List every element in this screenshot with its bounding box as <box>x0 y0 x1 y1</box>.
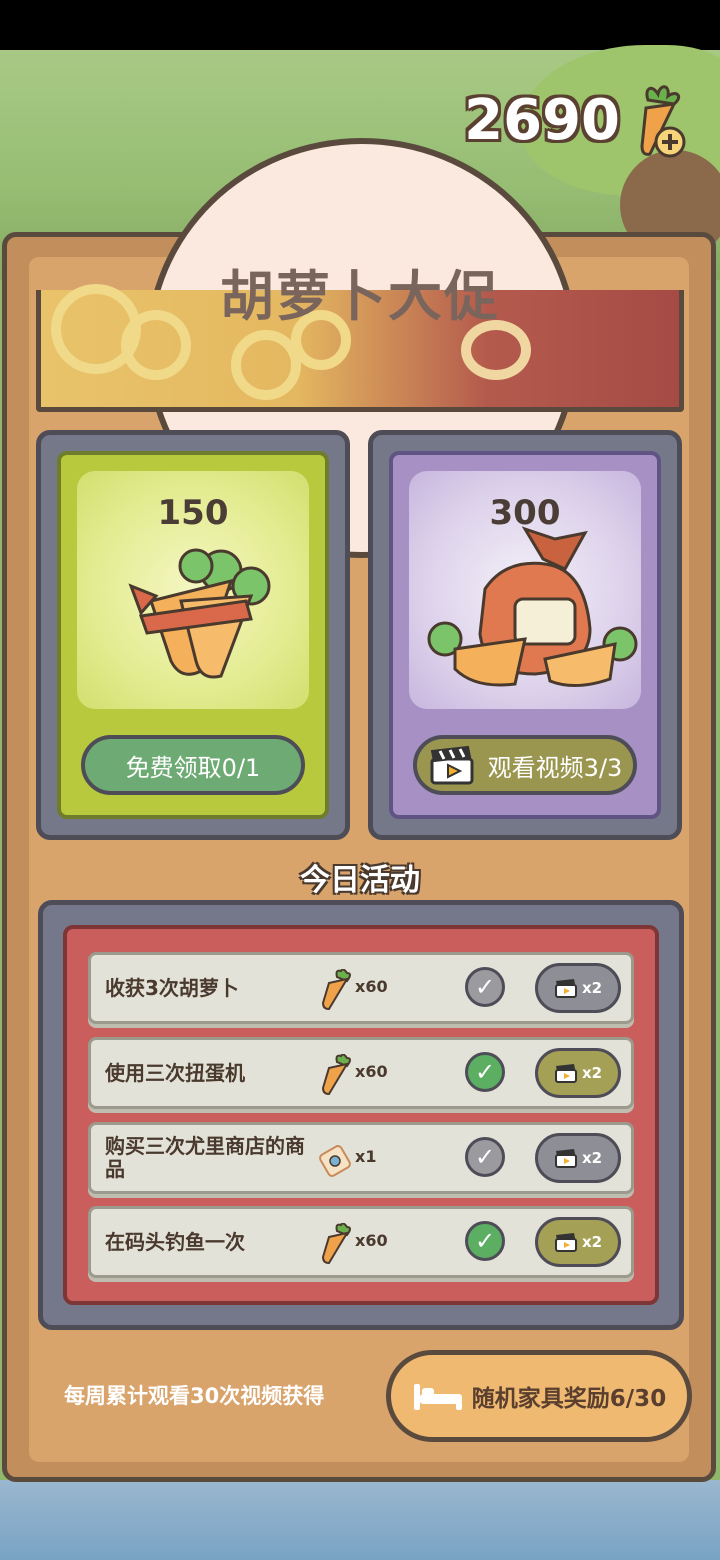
background-water <box>0 1480 720 1560</box>
weekly-description: 每周累计观看30次视频获得 <box>64 1384 325 1408</box>
claim-free-label: 免费领取0/1 <box>125 753 261 782</box>
carrot-sack-icon <box>427 526 638 687</box>
task-video-double-button[interactable]: x2 <box>535 1133 621 1183</box>
watch-video-label: 观看视频3/3 <box>487 753 623 782</box>
carrot-currency[interactable]: 2690 <box>464 80 690 160</box>
carrot-add-icon[interactable] <box>630 80 690 160</box>
offer-price: 150 <box>157 493 229 533</box>
task-label: 在码头钓鱼一次 <box>105 1229 245 1254</box>
task-check-icon: ✓ <box>465 1137 505 1177</box>
task-reward-qty: x60 <box>355 977 388 996</box>
page-title: 胡萝卜大促 <box>220 265 500 328</box>
task-check-icon: ✓ <box>465 1052 505 1092</box>
clapperboard-icon <box>554 1149 577 1168</box>
carrot-icon <box>321 1054 351 1096</box>
task-check-icon: ✓ <box>465 1221 505 1261</box>
task-label: 使用三次扭蛋机 <box>105 1060 245 1085</box>
task-row: 购买三次尤里商店的商品 x1 ✓ x2 <box>88 1122 634 1194</box>
offer-card-art: 300 <box>409 471 641 709</box>
weekly-furniture-reward-button[interactable]: 随机家具奖励6/30 <box>386 1350 692 1442</box>
watch-video-button[interactable]: 观看视频3/3 <box>413 735 637 795</box>
offer-card-video[interactable]: 300 观看视频3/3 <box>368 430 682 840</box>
task-reward-qty: x60 <box>355 1062 388 1081</box>
today-activity-title: 今日活动 <box>300 863 420 898</box>
task-label: 购买三次尤里商店的商品 <box>105 1134 305 1181</box>
status-bar <box>0 0 720 50</box>
carrot-count: 2690 <box>464 87 620 153</box>
offer-card-free[interactable]: 150 免费领取0/1 <box>36 430 350 840</box>
task-video-double-button[interactable]: x2 <box>535 1048 621 1098</box>
clapperboard-icon <box>554 1233 577 1252</box>
task-reward-qty: x60 <box>355 1231 388 1250</box>
task-video-multiplier: x2 <box>581 979 603 997</box>
task-row: 收获3次胡萝卜 x60 ✓ x2 <box>88 952 634 1024</box>
offer-card-inner: 150 免费领取0/1 <box>57 451 329 819</box>
carrot-icon <box>321 969 351 1011</box>
claim-free-button[interactable]: 免费领取0/1 <box>81 735 305 795</box>
carrot-bundle-icon <box>128 548 271 679</box>
ticket-icon <box>319 1145 351 1177</box>
task-label: 收获3次胡萝卜 <box>105 975 239 1000</box>
offer-card-inner: 300 观看视频3/3 <box>389 451 661 819</box>
task-check-icon: ✓ <box>465 967 505 1007</box>
task-reward-qty: x1 <box>355 1147 377 1166</box>
task-video-multiplier: x2 <box>581 1149 603 1167</box>
task-video-multiplier: x2 <box>581 1233 603 1251</box>
clapperboard-icon <box>554 1064 577 1083</box>
task-row: 在码头钓鱼一次 x60 ✓ x2 <box>88 1206 634 1278</box>
carrot-icon <box>321 1223 351 1265</box>
clapperboard-icon <box>430 745 474 785</box>
bed-icon <box>413 1384 462 1410</box>
task-video-double-button[interactable]: x2 <box>535 963 621 1013</box>
weekly-button-label: 随机家具奖励6/30 <box>471 1386 667 1412</box>
task-row: 使用三次扭蛋机 x60 ✓ x2 <box>88 1037 634 1109</box>
task-video-multiplier: x2 <box>581 1064 603 1082</box>
clapperboard-icon <box>554 979 577 998</box>
offer-card-art: 150 <box>77 471 309 709</box>
task-video-double-button[interactable]: x2 <box>535 1217 621 1267</box>
